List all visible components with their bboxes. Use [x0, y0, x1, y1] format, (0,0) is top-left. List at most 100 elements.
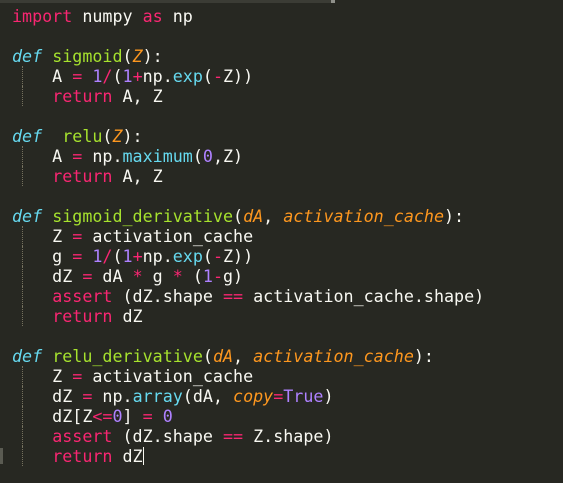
code-token: exp: [172, 66, 203, 86]
code-token: dZ[Z: [12, 406, 93, 426]
code-token: A, Z: [112, 86, 163, 106]
code-line-14[interactable]: dZ = dA * g * (1-g): [12, 266, 484, 286]
code-token: =: [72, 66, 83, 86]
text-cursor: [142, 447, 144, 465]
code-token: 1: [202, 266, 213, 286]
code-editor[interactable]: import numpy as np def sigmoid(Z): A = 1…: [0, 0, 563, 483]
code-token: def: [12, 346, 43, 366]
code-line-18[interactable]: def relu_derivative(dA, activation_cache…: [12, 346, 484, 366]
gutter-marker: [0, 448, 3, 464]
code-token: ):: [413, 346, 434, 366]
code-token: (: [182, 266, 203, 286]
code-line-1[interactable]: import numpy as np: [12, 6, 484, 26]
code-token: <=: [92, 406, 113, 426]
code-token: array: [132, 386, 183, 406]
tab-bar-edge: [0, 0, 331, 3]
indent-guide: [22, 426, 23, 446]
code-line-10[interactable]: [12, 186, 484, 206]
code-token: /: [102, 246, 113, 266]
code-token: =: [273, 386, 284, 406]
code-token: ]: [122, 406, 143, 426]
code-line-23[interactable]: return dZ: [12, 446, 484, 466]
code-line-9[interactable]: return A, Z: [12, 166, 484, 186]
code-token: (: [122, 46, 133, 66]
code-token: ,: [263, 206, 284, 226]
code-token: assert: [52, 286, 113, 306]
code-token: (: [112, 66, 123, 86]
code-area[interactable]: import numpy as np def sigmoid(Z): A = 1…: [12, 6, 484, 466]
code-token: *: [172, 266, 183, 286]
code-line-7[interactable]: def relu(Z):: [12, 126, 484, 146]
indent-guide: [22, 226, 23, 246]
code-line-4[interactable]: A = 1/(1+np.exp(-Z)): [12, 66, 484, 86]
code-token: activation_cache: [82, 226, 254, 246]
code-token: -: [212, 246, 223, 266]
code-line-15[interactable]: assert (dZ.shape == activation_cache.sha…: [12, 286, 484, 306]
code-line-6[interactable]: [12, 106, 484, 126]
code-token: np.: [142, 246, 173, 266]
code-token: (dZ.shape: [112, 286, 223, 306]
code-token: return: [52, 446, 113, 466]
code-line-17[interactable]: [12, 326, 484, 346]
code-token: activation_cache: [283, 206, 445, 226]
code-token: def: [12, 206, 43, 226]
code-line-19[interactable]: Z = activation_cache: [12, 366, 484, 386]
code-token: =: [72, 146, 83, 166]
indent-guide: [22, 66, 23, 86]
code-token: sigmoid: [52, 46, 123, 66]
code-line-12[interactable]: Z = activation_cache: [12, 226, 484, 246]
code-token: activation_cache: [253, 346, 414, 366]
code-token: 1: [92, 246, 103, 266]
code-line-3[interactable]: def sigmoid(Z):: [12, 46, 484, 66]
code-token: Z)): [222, 66, 254, 86]
code-token: Z: [112, 126, 123, 146]
code-token: (dZ.shape: [112, 426, 223, 446]
code-token: -: [212, 266, 223, 286]
code-token: Z: [132, 46, 143, 66]
code-token: (: [112, 246, 123, 266]
indent-guide: [22, 266, 23, 286]
code-token: True: [283, 386, 324, 406]
code-line-11[interactable]: def sigmoid_derivative(dA, activation_ca…: [12, 206, 484, 226]
code-line-8[interactable]: A = np.maximum(0,Z): [12, 146, 484, 166]
code-token: =: [72, 226, 83, 246]
code-token: ,Z): [212, 146, 244, 166]
code-token: numpy: [72, 6, 143, 26]
code-line-22[interactable]: assert (dZ.shape == Z.shape): [12, 426, 484, 446]
code-line-21[interactable]: dZ[Z<=0] = 0: [12, 406, 484, 426]
code-token: +: [132, 66, 143, 86]
code-line-20[interactable]: dZ = np.array(dA, copy=True): [12, 386, 484, 406]
code-token: np: [162, 6, 193, 26]
code-line-2[interactable]: [12, 26, 484, 46]
code-token: 0: [162, 406, 173, 426]
code-token: ==: [222, 286, 244, 306]
code-token: dA: [212, 346, 234, 366]
code-token: ,: [233, 346, 254, 366]
code-token: 1: [92, 66, 103, 86]
code-line-16[interactable]: return dZ: [12, 306, 484, 326]
indent-guide: [22, 246, 23, 266]
code-token: =: [72, 246, 83, 266]
code-token: (: [102, 126, 113, 146]
code-token: dZ: [112, 446, 143, 466]
code-line-13[interactable]: g = 1/(1+np.exp(-Z)): [12, 246, 484, 266]
code-token: -: [212, 66, 223, 86]
indent-guide: [22, 146, 23, 166]
code-token: import: [12, 6, 73, 26]
code-token: ): [323, 386, 334, 406]
code-line-5[interactable]: return A, Z: [12, 86, 484, 106]
code-token: np.: [82, 146, 123, 166]
code-token: relu_derivative: [52, 346, 203, 366]
code-token: return: [52, 86, 113, 106]
code-token: np.: [142, 66, 173, 86]
code-token: 0: [202, 146, 213, 166]
